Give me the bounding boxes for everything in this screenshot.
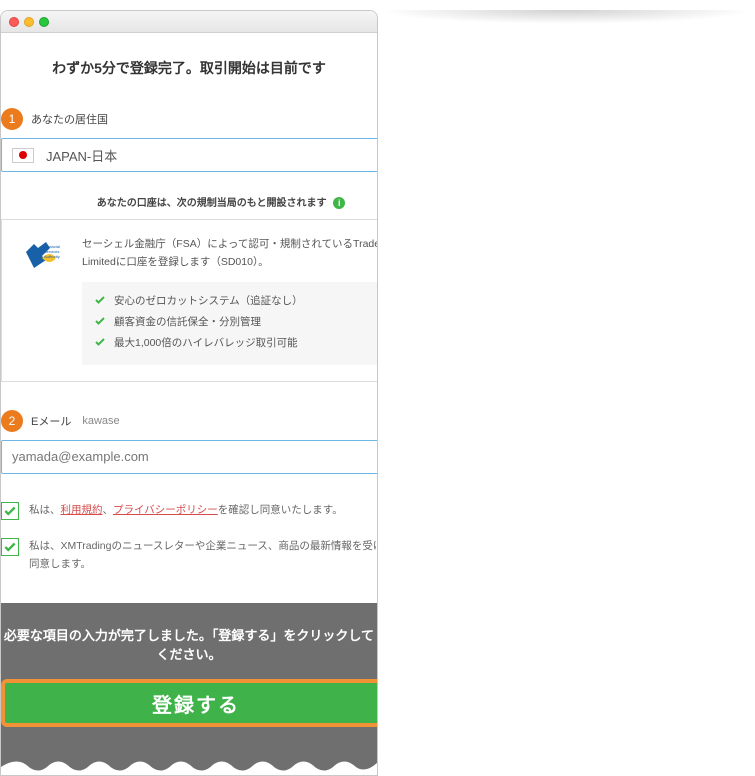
step-1-badge: 1 [1, 108, 23, 130]
consent-news-checkbox[interactable] [1, 538, 19, 556]
check-icon [94, 294, 106, 313]
step-1-header: 1 あなたの居住国 [1, 108, 378, 130]
consent-terms: 私は、利用規約、プライバシーポリシーを確認し同意いたします。 [1, 502, 378, 520]
window-minimize-icon[interactable] [24, 17, 34, 27]
shadow-decoration [378, 10, 755, 24]
check-icon [3, 504, 17, 518]
torn-edge-icon [1, 757, 377, 775]
step-2-label: Eメール [31, 413, 71, 429]
step-2-badge: 2 [1, 410, 23, 432]
svg-text:Authority: Authority [44, 254, 60, 259]
terms-link[interactable]: 利用規約 [61, 504, 103, 516]
footer-bar: 必要な項目の入力が完了しました。「登録する」をクリックしてください。 登録する [1, 603, 377, 757]
check-icon [94, 336, 106, 355]
email-field[interactable] [12, 449, 378, 464]
bullet-2: 顧客資金の信託保全・分別管理 [114, 313, 261, 332]
bullet-1: 安心のゼロカットシステム（追証なし） [114, 292, 303, 311]
bullet-3: 最大1,000倍のハイレバレッジ取引可能 [114, 334, 298, 353]
fsa-logo-icon: Financial Services Authority [20, 236, 66, 364]
window-zoom-icon[interactable] [39, 17, 49, 27]
regulator-bullets: 安心のゼロカットシステム（追証なし） 顧客資金の信託保全・分別管理 [82, 282, 378, 365]
register-button[interactable]: 登録する [1, 679, 378, 727]
page-title: わずか5分で登録完了。取引開始は目前です [1, 58, 377, 78]
regulator-description: セーシェル金融庁（FSA）によって認可・規制されているTradexfin Lim… [82, 236, 378, 272]
step-2-sub: kawase [82, 415, 119, 427]
country-value: JAPAN-日本 [46, 146, 378, 165]
window-titlebar [1, 11, 377, 33]
country-select[interactable]: JAPAN-日本 [1, 138, 378, 172]
footer-message: 必要な項目の入力が完了しました。「登録する」をクリックしてください。 [1, 625, 377, 663]
flag-japan-icon [12, 148, 34, 163]
regulator-card: Financial Services Authority セーシェル金融庁（FS… [1, 219, 378, 381]
info-icon[interactable]: i [333, 197, 345, 209]
step-2-header: 2 Eメール kawase [1, 410, 378, 432]
check-icon [94, 315, 106, 334]
check-icon [3, 540, 17, 554]
consent-news-text: 私は、XMTradingのニュースレターや企業ニュース、商品の最新情報を受け取る… [29, 538, 378, 574]
consent-terms-checkbox[interactable] [1, 502, 19, 520]
step-1-label: あなたの居住国 [31, 111, 108, 127]
consent-newsletter: 私は、XMTradingのニュースレターや企業ニュース、商品の最新情報を受け取る… [1, 538, 378, 574]
privacy-link[interactable]: プライバシーポリシー [113, 504, 218, 516]
email-field-wrap [1, 440, 378, 474]
regulator-caption: あなたの口座は、次の規制当局のもと開設されます i [1, 194, 378, 209]
window-close-icon[interactable] [9, 17, 19, 27]
